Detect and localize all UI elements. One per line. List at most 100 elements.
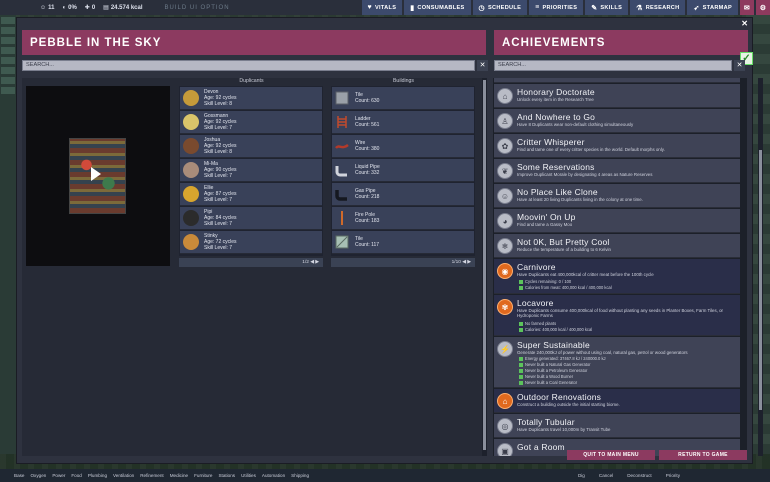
meat-icon: ◉: [497, 263, 513, 279]
achievement-moovin-on-up[interactable]: ◕ Moovin' On Up Find and tame a Gassy Mo…: [494, 209, 740, 233]
buildings-list: Tile Count: 630 Ladder Count: 561 Wire Coun…: [331, 86, 475, 256]
build-category[interactable]: Medicine: [170, 473, 188, 478]
build-category[interactable]: Stations: [218, 473, 235, 478]
build-category[interactable]: Furniture: [194, 473, 212, 478]
liquid-pipe-icon: [335, 166, 347, 177]
colony-search-input[interactable]: SEARCH...: [22, 60, 475, 71]
power-icon: ⚡: [497, 341, 513, 357]
achievements-scrollbar[interactable]: [758, 78, 763, 456]
achievement-outdoor-renovations[interactable]: ⌂ Outdoor Renovations Construct a buildi…: [494, 389, 740, 413]
dig-tool[interactable]: Dig: [578, 473, 585, 478]
clear-achievements-search-button[interactable]: ✕: [734, 60, 745, 71]
building-row[interactable]: Wire Count: 380: [332, 135, 474, 158]
build-category[interactable]: Plumbing: [88, 473, 107, 478]
heart-icon: ♥: [367, 4, 372, 11]
duplicant-portrait-icon: [183, 138, 199, 154]
build-category[interactable]: Shipping: [291, 473, 309, 478]
build-category[interactable]: Food: [71, 473, 81, 478]
achievement-name: Totally Tubular: [517, 417, 575, 427]
flask-icon: ⚗: [636, 4, 643, 12]
build-category[interactable]: Refinement: [140, 473, 164, 478]
duplicant-row[interactable]: Stinky Age: 72 cycles Skill Level: 7: [180, 231, 322, 254]
priorities-tab[interactable]: ≡ PRIORITIES: [529, 0, 584, 15]
check-icon: [519, 285, 523, 290]
quit-to-main-menu-button[interactable]: QUIT TO MAIN MENU: [567, 450, 655, 460]
building-row[interactable]: Gas Pipe Count: 218: [332, 183, 474, 206]
schedule-tab[interactable]: ◷ SCHEDULE: [472, 0, 528, 15]
achievement-super-sustainable[interactable]: ⚡ Super Sustainable Generate 240,000kJ o…: [494, 337, 740, 388]
clear-colony-search-button[interactable]: ✕: [477, 60, 488, 71]
consumables-tab[interactable]: ▮ CONSUMABLES: [404, 0, 471, 15]
mail-icon: ✉: [743, 4, 751, 12]
building-count: Count: 332: [355, 170, 380, 176]
stress-readout[interactable]: ◐ 0%: [62, 4, 76, 11]
build-category[interactable]: Utilities: [241, 473, 256, 478]
build-menu-bar: Base Oxygen Power Food Plumbing Ventilat…: [0, 469, 770, 482]
building-row[interactable]: Tile Count: 630: [332, 87, 474, 110]
return-to-game-button[interactable]: RETURN TO GAME: [659, 450, 747, 460]
achievement-name: Super Sustainable: [517, 340, 590, 350]
colony-scrollbar[interactable]: [482, 78, 487, 456]
building-count: Count: 380: [355, 146, 380, 152]
duplicant-count[interactable]: ☺ 11: [40, 4, 54, 11]
achievement-locavore[interactable]: ✾ Locavore Have Duplicants consume 400,0…: [494, 295, 740, 336]
duplicant-row[interactable]: Gossmann Age: 92 cycles Skill Level: 7: [180, 111, 322, 134]
clock-icon: ◷: [478, 4, 485, 12]
wire-icon: [335, 143, 349, 149]
close-modal-button[interactable]: ✕: [741, 19, 748, 28]
starmap-tab[interactable]: ➶ STARMAP: [687, 0, 738, 15]
snowflake-icon: ❄: [497, 238, 513, 254]
research-tab[interactable]: ⚗ RESEARCH: [630, 0, 686, 15]
duplicant-row[interactable]: Devon Age: 92 cycles Skill Level: 8: [180, 87, 322, 110]
check-icon: [519, 356, 523, 361]
achievement-name: Honorary Doctorate: [517, 87, 595, 97]
deconstruct-tool[interactable]: Deconstruct: [627, 473, 652, 478]
options-button[interactable]: ⚙: [756, 0, 770, 15]
rocket-icon: ➶: [693, 4, 700, 12]
build-category[interactable]: Base: [14, 473, 24, 478]
achievement-not-0k[interactable]: ❄ Not 0K, But Pretty Cool Reduce the tem…: [494, 234, 740, 258]
resource-readouts: ☺ 11 ◐ 0% ✚ 0 ▤ 24.574 kcal: [0, 4, 143, 12]
achievement-critter-whisperer[interactable]: ✿ Critter Whisperer Find and tame one of…: [494, 134, 740, 158]
achievement-some-reservations[interactable]: ❦ Some Reservations Improve Duplicant Mo…: [494, 159, 740, 183]
achievement-honorary-doctorate[interactable]: ⌂ Honorary Doctorate Unlock every item i…: [494, 84, 740, 108]
report-button[interactable]: ✉: [740, 0, 754, 15]
build-category[interactable]: Automation: [262, 473, 285, 478]
duplicant-row[interactable]: Joshua Age: 92 cycles Skill Level: 8: [180, 135, 322, 158]
building-row[interactable]: Ladder Count: 561: [332, 111, 474, 134]
build-category[interactable]: Ventilation: [113, 473, 134, 478]
build-category[interactable]: Power: [52, 473, 65, 478]
top-nav: ♥ VITALS ▮ CONSUMABLES ◷ SCHEDULE ≡ PRIORITI…: [361, 0, 770, 15]
achievements-search-input[interactable]: SEARCH...: [494, 60, 732, 71]
duplicant-row[interactable]: Ellie Age: 87 cycles Skill Level: 7: [180, 183, 322, 206]
buildings-pager[interactable]: 1/10 ◀ ▶: [331, 258, 475, 267]
timelapse-video[interactable]: [26, 86, 170, 266]
calories-readout[interactable]: ▤ 24.574 kcal: [103, 4, 142, 12]
buildings-header: Buildings: [392, 78, 415, 84]
priority-tool[interactable]: Priority: [666, 473, 680, 478]
achievement-requirement: Never built a Natural Gas Generator: [519, 362, 591, 367]
achievement-and-nowhere-to-go[interactable]: ♙ And Nowhere to Go Have 8 Duplicants we…: [494, 109, 740, 133]
building-row[interactable]: Liquid Pipe Count: 332: [332, 159, 474, 182]
achievement-name: Moovin' On Up: [517, 212, 576, 222]
cancel-tool[interactable]: Cancel: [599, 473, 613, 478]
achievement-name: Outdoor Renovations: [517, 392, 602, 402]
skills-tab[interactable]: ✎ SKILLS: [585, 0, 629, 15]
achievement-desc: Have Duplicants eat 400,000kcal of critt…: [517, 272, 654, 277]
duplicant-portrait-icon: [183, 162, 199, 178]
achievement-carnivore[interactable]: ◉ Carnivore Have Duplicants eat 400,000k…: [494, 259, 740, 294]
achievement-name: Not 0K, But Pretty Cool: [517, 237, 610, 247]
building-row[interactable]: Tile Count: 117: [332, 231, 474, 254]
building-row[interactable]: Fire Pole Count: 183: [332, 207, 474, 230]
duplicant-row[interactable]: Pipi Age: 84 cycles Skill Level: 7: [180, 207, 322, 230]
achievement-no-place-like-clone[interactable]: ☺ No Place Like Clone Have at least 20 l…: [494, 184, 740, 208]
achievement-totally-tubular[interactable]: ◎ Totally Tubular Have Duplicants travel…: [494, 414, 740, 438]
achievement-name: And Nowhere to Go: [517, 112, 596, 122]
build-category[interactable]: Oxygen: [30, 473, 46, 478]
duplicant-row[interactable]: Mi-Ma Age: 90 cycles Skill Level: 7: [180, 159, 322, 182]
sick-readout[interactable]: ✚ 0: [85, 4, 95, 12]
vitals-tab[interactable]: ♥ VITALS: [361, 0, 403, 15]
play-icon[interactable]: [91, 167, 101, 181]
duplicant-portrait-icon: [183, 114, 199, 130]
duplicants-pager[interactable]: 1/2 ◀ ▶: [179, 258, 323, 267]
